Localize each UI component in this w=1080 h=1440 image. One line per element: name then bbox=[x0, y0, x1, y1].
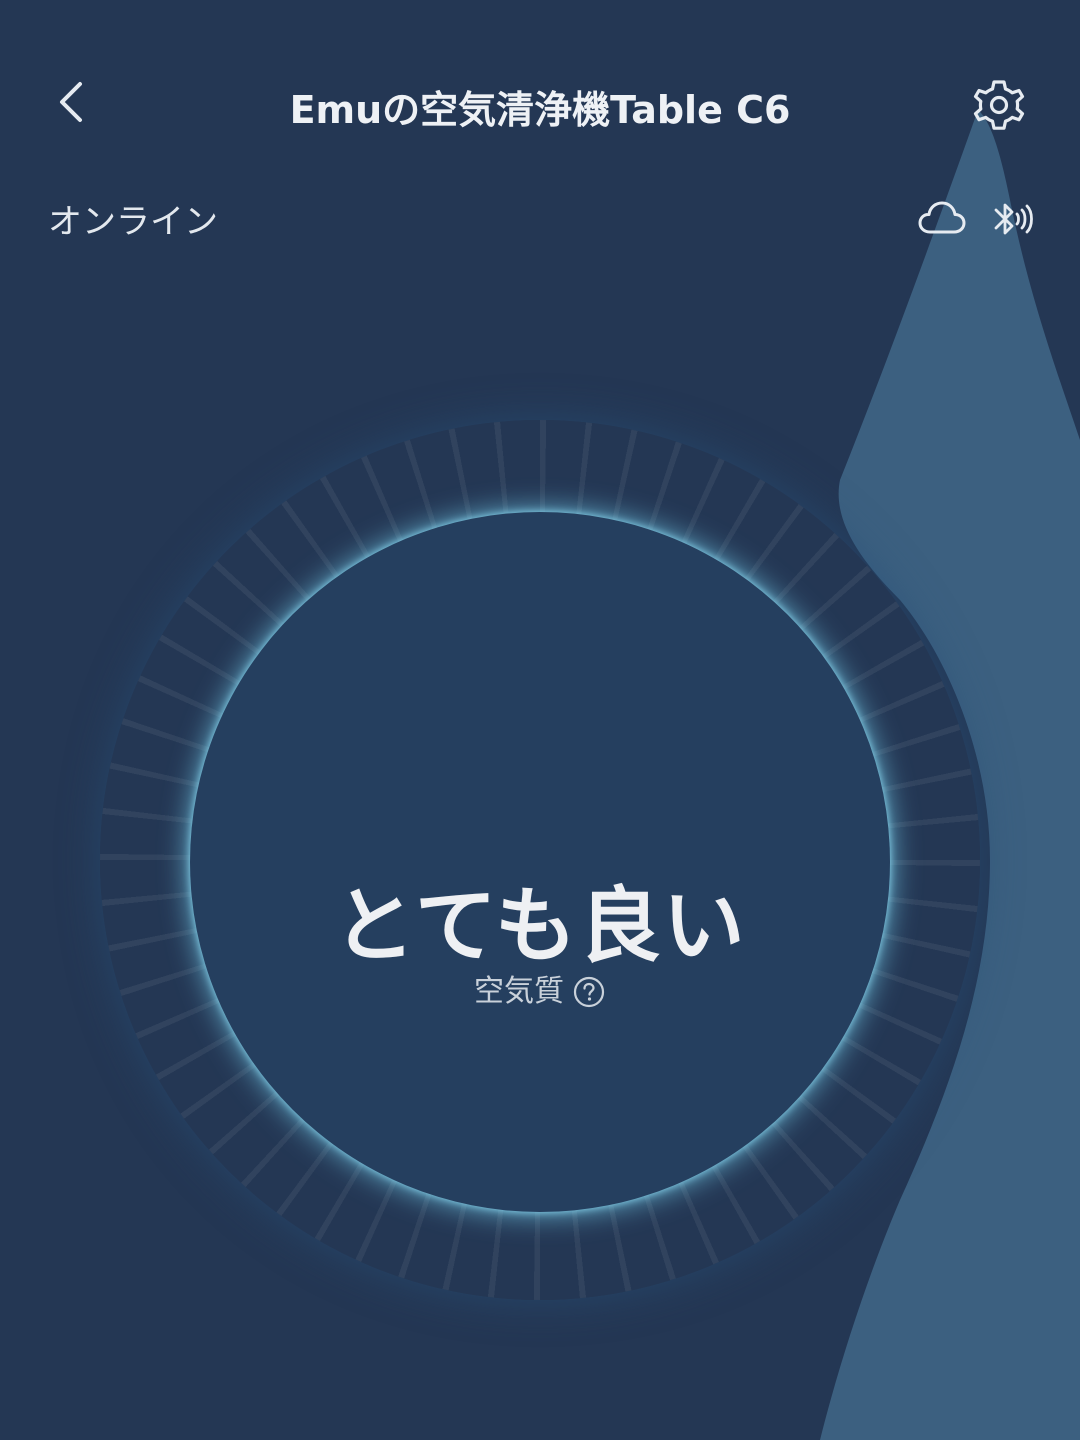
chevron-left-icon bbox=[60, 82, 82, 122]
air-quality-label-row: 空気質 bbox=[190, 970, 890, 1014]
gear-icon bbox=[973, 80, 1025, 130]
connection-status: オンライン bbox=[48, 202, 218, 242]
back-button[interactable] bbox=[40, 70, 104, 134]
question-circle-icon[interactable] bbox=[572, 975, 606, 1009]
bluetooth-icon bbox=[994, 203, 1033, 235]
air-quality-label: 空気質 bbox=[474, 974, 564, 1009]
page-title: Emuの空気清浄機Table C6 bbox=[289, 88, 791, 132]
air-quality-value: とても良い bbox=[333, 879, 747, 974]
cloud-icon bbox=[918, 201, 966, 234]
air-quality-ring: とても良い 空気質 bbox=[100, 420, 980, 1300]
air-purifier-screen: Emuの空気清浄機Table C6 オンライン とても良い 空気質 bbox=[0, 0, 1080, 1440]
air-quality-dial: とても良い 空気質 bbox=[190, 512, 890, 1212]
settings-button[interactable] bbox=[964, 70, 1034, 140]
